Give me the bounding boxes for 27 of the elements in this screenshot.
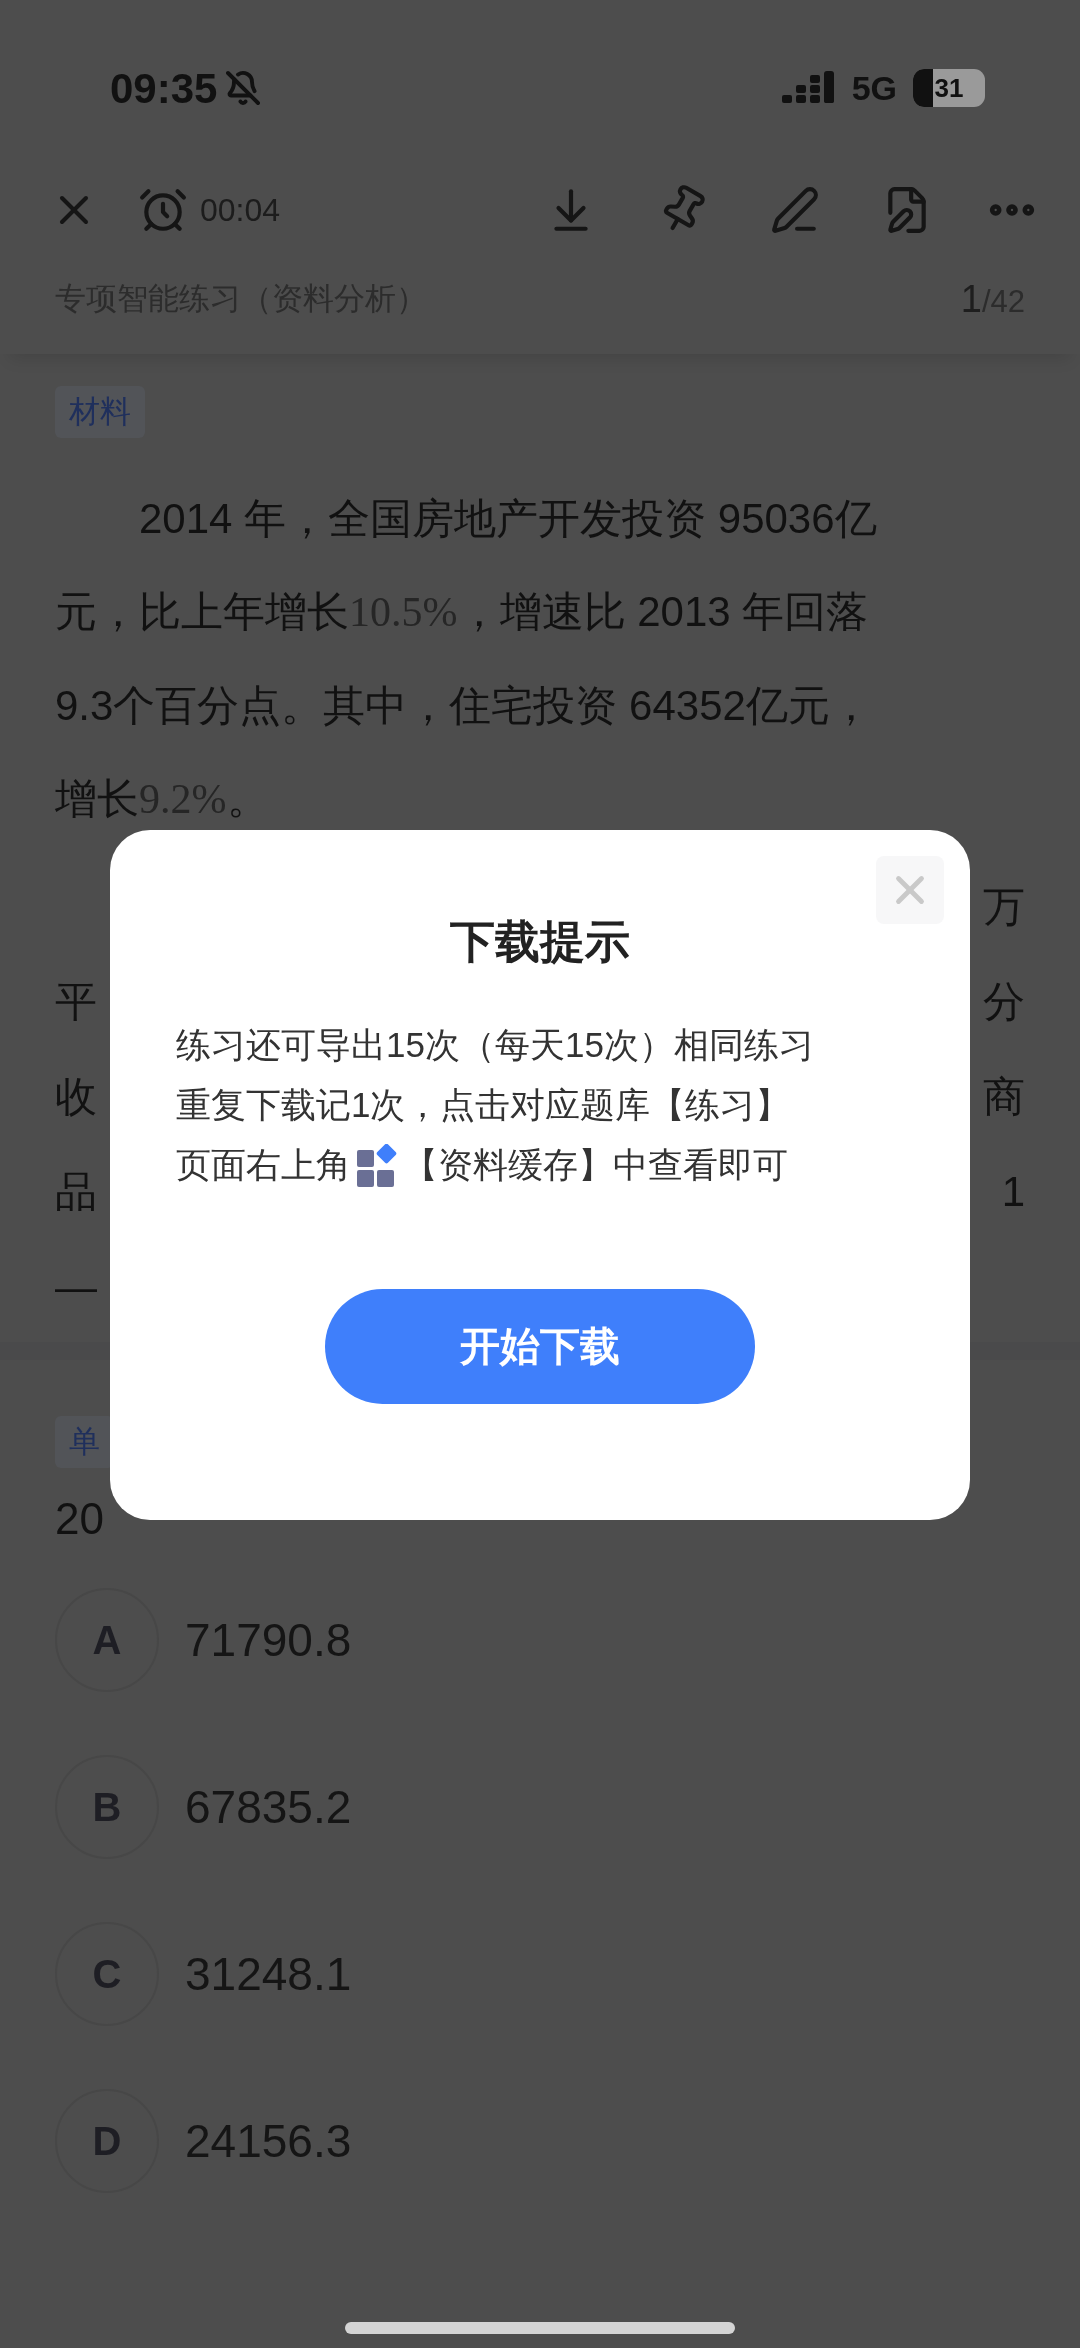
paragraph-fragment: 平 xyxy=(55,977,97,1027)
pen-icon[interactable] xyxy=(770,185,820,235)
battery-indicator: 31 xyxy=(913,69,985,107)
paragraph-fragment: 万 xyxy=(983,882,1025,932)
question-stem: 20 xyxy=(55,1493,105,1545)
paragraph-fragment: 1 xyxy=(1001,1167,1025,1217)
dialog-text: 页面右上角 xyxy=(176,1144,351,1187)
dialog-text: 【资料缓存】中查看即可 xyxy=(403,1144,788,1187)
option-text[interactable]: 71790.8 xyxy=(185,1605,352,1675)
bell-off-icon xyxy=(225,70,262,106)
option-text[interactable]: 24156.3 xyxy=(185,2106,352,2176)
dialog-text: 重复下载记1次，点击对应题库【练习】 xyxy=(176,1084,791,1127)
paragraph-fragment: — xyxy=(55,1262,97,1312)
dialog-text: 练习还可导出15次（每天15次）相同练习 xyxy=(176,1024,814,1067)
status-time: 09:35 xyxy=(110,63,218,114)
paragraph-fragment: 分 xyxy=(983,977,1025,1027)
close-button[interactable] xyxy=(876,856,944,924)
signal-icon xyxy=(781,71,836,105)
dialog-title: 下载提示 xyxy=(450,915,630,969)
paragraph-fragment: 商 xyxy=(983,1072,1025,1122)
start-download-button[interactable]: 开始下载 xyxy=(325,1288,755,1404)
network-label: 5G xyxy=(851,67,897,109)
paragraph-fragment: 品 xyxy=(55,1167,97,1217)
option-text[interactable]: 67835.2 xyxy=(185,1772,352,1842)
grid-icon xyxy=(355,1143,399,1188)
paragraph-fragment: 收 xyxy=(55,1072,97,1122)
option-text[interactable]: 31248.1 xyxy=(185,1939,352,2009)
